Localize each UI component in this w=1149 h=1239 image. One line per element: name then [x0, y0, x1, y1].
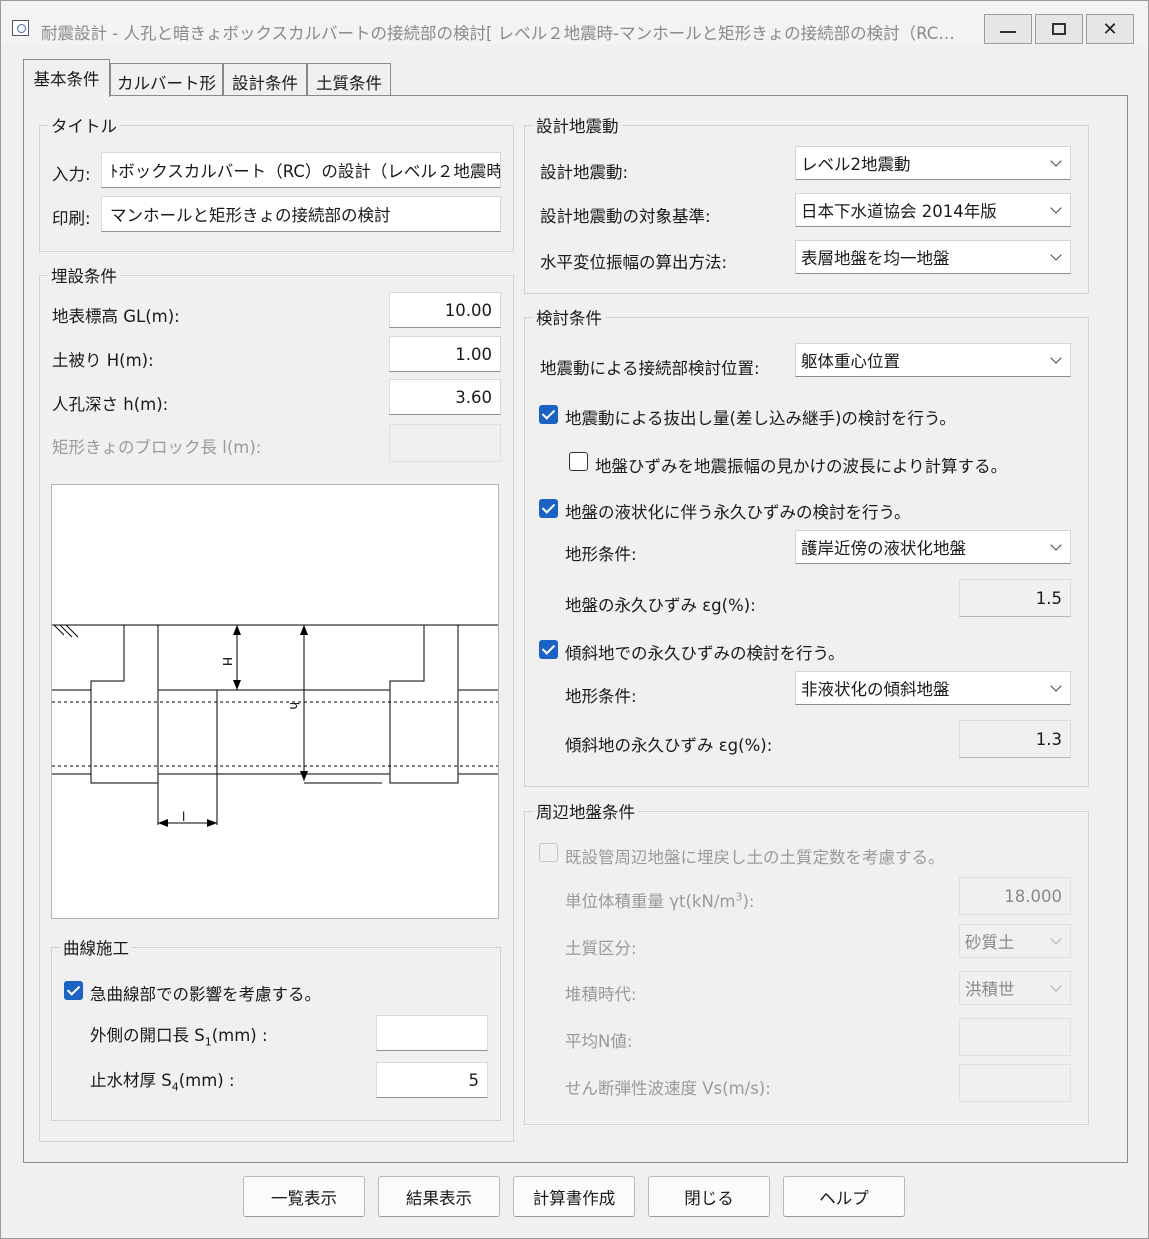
title-input-field[interactable]: ﾄボックスカルバート（RC）の設計（レベル２地震時） — [101, 152, 501, 188]
soil-type-label: 土質区分: — [565, 939, 637, 958]
soil-type-select: 砂質土 — [959, 924, 1071, 958]
gl-label: 地表標高 GL(m): — [52, 307, 180, 326]
n-value-label: 平均N値: — [565, 1032, 633, 1051]
burial-diagram: H h l — [51, 484, 499, 919]
s4-input[interactable]: 5 — [376, 1062, 488, 1098]
title-print-field[interactable]: マンホールと矩形きょの接続部の検討 — [101, 196, 501, 232]
motion-select[interactable]: レベル2地震動 — [795, 146, 1071, 180]
slope-checkbox[interactable] — [539, 640, 558, 659]
dim-h-text: h — [287, 702, 301, 710]
title-group: タイトル — [39, 113, 514, 252]
method-label: 水平変位振幅の算出方法: — [540, 253, 728, 272]
s1-label: 外側の開口長 S1(mm) : — [90, 1026, 268, 1049]
create-report-button[interactable]: 計算書作成 — [513, 1176, 635, 1217]
chevron-down-icon — [1050, 980, 1062, 992]
motion-label: 設計地震動: — [540, 163, 629, 182]
slope-strain-label: 傾斜地の永久ひずみ εg(%): — [565, 736, 773, 755]
maximize-icon — [1052, 23, 1066, 35]
slope-terrain-label: 地形条件: — [565, 687, 637, 706]
window-title: 耐震設計 - 人孔と暗きょボックスカルバートの接続部の検討[ レベル２地震時-マ… — [41, 24, 971, 43]
chevron-down-icon — [1050, 155, 1062, 167]
close-icon: ✕ — [1102, 18, 1118, 40]
vs-field — [959, 1064, 1071, 1102]
method-select[interactable]: 表層地盤を均一地盤 — [795, 240, 1071, 274]
manhole-culvert-drawing: H h l — [52, 624, 498, 827]
liquefaction-checkbox[interactable] — [539, 499, 558, 518]
liq-strain-field: 1.5 — [959, 579, 1071, 617]
chevron-down-icon — [1050, 249, 1062, 261]
result-view-button[interactable]: 結果表示 — [378, 1176, 500, 1217]
list-view-button[interactable]: 一覧表示 — [243, 1176, 365, 1217]
block-length-input — [389, 424, 501, 462]
wavelength-checkbox[interactable] — [569, 452, 588, 471]
slope-terrain-select[interactable]: 非液状化の傾斜地盤 — [795, 671, 1071, 705]
dim-H-text: H — [220, 657, 234, 666]
n-value-field — [959, 1018, 1071, 1056]
gl-input[interactable]: 10.00 — [389, 292, 501, 328]
study-group-heading: 検討条件 — [533, 305, 605, 329]
era-label: 堆積時代: — [565, 985, 637, 1004]
title-bar: 耐震設計 - 人孔と暗きょボックスカルバートの接続部の検討[ レベル２地震時-マ… — [1, 1, 1148, 45]
s4-label: 止水材厚 S4(mm) : — [90, 1071, 235, 1094]
tab-culvert-shape[interactable]: カルバート形状 — [110, 63, 223, 117]
vs-label: せん断弾性波速度 Vs(m/s): — [565, 1079, 771, 1098]
chevron-down-icon — [1050, 202, 1062, 214]
title-group-heading: タイトル — [48, 113, 120, 137]
standard-select[interactable]: 日本下水道協会 2014年版 — [795, 193, 1071, 227]
pullout-check-label: 地震動による抜出し量(差し込み継手)の検討を行う。 — [565, 409, 956, 428]
liq-terrain-label: 地形条件: — [565, 545, 637, 564]
close-button[interactable]: 閉じる — [648, 1176, 770, 1217]
pullout-checkbox[interactable] — [539, 405, 558, 424]
curve-group-heading: 曲線施工 — [60, 935, 132, 959]
chevron-down-icon — [1050, 352, 1062, 364]
seismic-group-heading: 設計地震動 — [533, 113, 622, 137]
depth-label: 人孔深さ h(m): — [52, 395, 169, 414]
ground-hatch-icon — [53, 624, 79, 638]
tab-basic-conditions[interactable]: 基本条件 — [23, 59, 110, 97]
unit-weight-label: 単位体積重量 γt(kN/m3): — [565, 890, 755, 912]
curve-check-label: 急曲線部での影響を考慮する。 — [90, 985, 321, 1004]
left-manhole — [90, 625, 159, 784]
backfill-checkbox — [539, 843, 558, 862]
chevron-down-icon — [1050, 680, 1062, 692]
app-icon — [12, 20, 29, 36]
close-window-button[interactable]: ✕ — [1086, 14, 1134, 44]
depth-input[interactable]: 3.60 — [389, 379, 501, 415]
minimize-icon — [1000, 31, 1016, 33]
s1-input[interactable] — [376, 1015, 488, 1051]
chevron-down-icon — [1050, 933, 1062, 945]
liq-strain-label: 地盤の永久ひずみ εg(%): — [565, 596, 756, 615]
standard-label: 設計地震動の対象基準: — [540, 207, 711, 226]
cover-input[interactable]: 1.00 — [389, 336, 501, 372]
title-print-label: 印刷: — [52, 209, 91, 228]
unit-weight-field: 18.000 — [959, 877, 1071, 915]
slope-check-label: 傾斜地での永久ひずみの検討を行う。 — [565, 644, 845, 663]
cover-label: 土被り H(m): — [52, 351, 154, 370]
title-input-label: 入力: — [52, 165, 91, 184]
wavelength-check-label: 地盤ひずみを地震振幅の見かけの波長により計算する。 — [595, 457, 1008, 476]
surround-group-heading: 周辺地盤条件 — [533, 799, 638, 823]
tab-soil-conditions[interactable]: 土質条件 — [307, 63, 391, 96]
minimize-button[interactable] — [984, 14, 1032, 44]
burial-group-heading: 埋設条件 — [48, 263, 120, 287]
dim-l-text: l — [182, 810, 185, 824]
position-select[interactable]: 躯体重心位置 — [795, 343, 1071, 377]
help-button[interactable]: ヘルプ — [783, 1176, 905, 1217]
tab-design-conditions[interactable]: 設計条件 — [223, 63, 307, 96]
slope-strain-field: 1.3 — [959, 720, 1071, 758]
curve-checkbox[interactable] — [64, 981, 83, 1000]
chevron-down-icon — [1050, 539, 1062, 551]
right-manhole — [389, 625, 459, 784]
dialog-window: 耐震設計 - 人孔と暗きょボックスカルバートの接続部の検討[ レベル２地震時-マ… — [0, 0, 1149, 1239]
maximize-button[interactable] — [1035, 14, 1083, 44]
backfill-check-label: 既設管周辺地盤に埋戻し土の土質定数を考慮する。 — [565, 848, 945, 867]
position-label: 地震動による接続部検討位置: — [540, 359, 760, 378]
liquefaction-check-label: 地盤の液状化に伴う永久ひずみの検討を行う。 — [565, 503, 911, 522]
era-select: 洪積世 — [959, 971, 1071, 1005]
block-length-label: 矩形きょのブロック長 l(m): — [52, 438, 262, 457]
liq-terrain-select[interactable]: 護岸近傍の液状化地盤 — [795, 530, 1071, 564]
